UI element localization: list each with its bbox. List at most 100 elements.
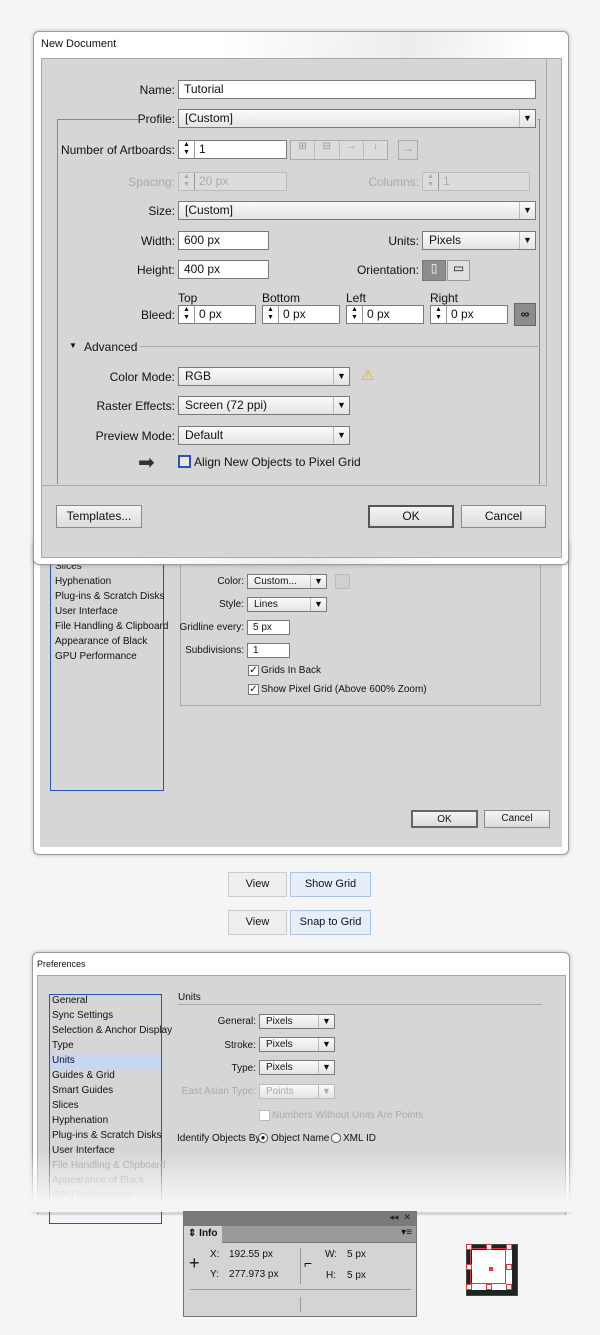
list-item[interactable]: File Handling & Clipboard [55,621,168,632]
columns-input[interactable]: ▲ ▼ 1 [422,172,530,191]
portrait-button[interactable]: ▯ [422,260,446,281]
list-item[interactable]: Plug-ins & Scratch Disks [52,1130,161,1141]
chevron-down-icon: ▼ [333,427,349,444]
object-name-radio[interactable]: ● [258,1133,268,1143]
general-select[interactable]: Pixels ▼ [259,1014,335,1029]
arrange-by-row-icon[interactable]: → [340,141,364,159]
size-select[interactable]: [Custom] ▼ [178,201,536,220]
height-input[interactable]: 400 px [178,260,269,279]
selection-handle[interactable] [466,1244,472,1250]
list-item[interactable]: Guides & Grid [52,1070,115,1081]
spacing-input[interactable]: ▲ ▼ 20 px [178,172,287,191]
list-item[interactable]: Smart Guides [52,1085,113,1096]
east-asian-select[interactable]: Points ▼ [259,1084,335,1099]
dimensions-icon: ⌐ [304,1255,313,1271]
ok-button[interactable]: OK [368,505,454,528]
list-item[interactable]: Units [52,1055,75,1066]
gridline-input[interactable]: 5 px [247,620,290,635]
list-item[interactable]: Appearance of Black [55,636,147,647]
numbers-checkbox[interactable] [259,1110,270,1121]
selection-handle[interactable] [506,1264,512,1270]
artboards-label: Number of Artboards: [60,143,175,157]
selection-handle[interactable] [506,1244,512,1250]
color-select[interactable]: Custom... ▼ [247,574,327,589]
stepper-icon[interactable]: ▲ ▼ [423,173,439,190]
xml-id-radio[interactable] [331,1133,341,1143]
menu-item-snap-to-grid[interactable]: Snap to Grid [290,910,371,935]
grids-in-back-label: Grids In Back [261,665,322,676]
stroke-select[interactable]: Pixels ▼ [259,1037,335,1052]
stepper-icon[interactable]: ▲ ▼ [347,306,363,323]
tab-info[interactable]: ⇕ Info [184,1226,222,1243]
bleed-right-label: Right [430,291,459,305]
list-item[interactable]: Plug-ins & Scratch Disks [55,591,164,602]
raster-effects-select[interactable]: Screen (72 ppi) ▼ [178,396,350,415]
width-input[interactable]: 600 px [178,231,269,250]
collapse-triangle-icon[interactable]: ▼ [69,341,77,350]
right-to-left-icon[interactable]: → [398,140,418,160]
link-bleed-icon[interactable]: ∞ [514,303,536,326]
stepper-icon[interactable]: ▲ ▼ [179,306,195,323]
selection-handle[interactable] [506,1284,512,1290]
subdivisions-label: Subdivisions: [185,645,244,656]
list-item[interactable]: Hyphenation [52,1115,108,1126]
list-item[interactable]: Slices [52,1100,79,1111]
style-select[interactable]: Lines ▼ [247,597,327,612]
list-item[interactable]: User Interface [55,606,118,617]
selected-square-object[interactable] [466,1244,518,1296]
show-pixel-grid-checkbox[interactable]: ✓ [248,684,259,695]
type-select[interactable]: Pixels ▼ [259,1060,335,1075]
menu-view[interactable]: View [228,910,287,935]
menu-item-show-grid[interactable]: Show Grid [290,872,371,897]
arrange-by-column-icon[interactable]: ↓ [364,141,387,159]
menu-view[interactable]: View [228,872,287,897]
stepper-icon[interactable]: ▲ ▼ [263,306,279,323]
profile-select[interactable]: [Custom] ▼ [178,109,536,128]
bleed-left-input[interactable]: ▲ ▼ 0 px [346,305,424,324]
selection-handle[interactable] [486,1284,492,1290]
selection-handle[interactable] [486,1244,492,1250]
cancel-button[interactable]: Cancel [484,810,550,828]
spacing-label: Spacing: [128,175,175,189]
landscape-button[interactable]: ▭ [447,260,470,281]
list-item[interactable]: GPU Performance [55,651,137,662]
cancel-button[interactable]: Cancel [461,505,546,528]
stepper-icon[interactable]: ▲ ▼ [431,306,447,323]
artboards-input[interactable]: ▲ ▼ 1 [178,140,287,159]
w-label: W: [325,1249,338,1260]
grid-by-column-icon[interactable]: ⊟ [315,141,340,159]
list-item[interactable]: Sync Settings [52,1010,113,1021]
color-mode-label: Color Mode: [109,370,175,384]
list-item[interactable]: Selection & Anchor Display [52,1025,172,1036]
bleed-right-input[interactable]: ▲ ▼ 0 px [430,305,508,324]
grid-by-row-icon[interactable]: ⊞ [291,141,316,159]
stroke-label: Stroke: [224,1040,256,1051]
identify-label: Identify Objects By: [177,1133,264,1144]
stepper-icon[interactable]: ▲ ▼ [179,173,195,190]
list-item[interactable]: General [52,995,88,1006]
size-label: Size: [148,204,175,218]
color-mode-select[interactable]: RGB ▼ [178,367,350,386]
color-swatch[interactable] [335,574,350,589]
type-label: Type: [231,1063,256,1074]
collapse-icon[interactable]: ◂◂ [389,1212,398,1222]
selection-handle[interactable] [466,1284,472,1290]
align-pixel-grid-checkbox[interactable] [178,455,191,468]
stepper-icon[interactable]: ▲ ▼ [179,141,195,158]
list-item[interactable]: Hyphenation [55,576,111,587]
bleed-bottom-input[interactable]: ▲ ▼ 0 px [262,305,340,324]
list-item[interactable]: Type [52,1040,74,1051]
name-input[interactable]: Tutorial [178,80,536,99]
selection-handle[interactable] [466,1264,472,1270]
panel-menu-icon[interactable]: ▾≡ [401,1227,412,1238]
bleed-top-input[interactable]: ▲ ▼ 0 px [178,305,256,324]
close-icon[interactable]: ✕ [403,1212,411,1222]
chevron-down-icon: ▼ [519,202,535,219]
templates-button[interactable]: Templates... [56,505,142,528]
preview-mode-select[interactable]: Default ▼ [178,426,350,445]
subdivisions-input[interactable]: 1 [247,643,290,658]
units-select[interactable]: Pixels ▼ [422,231,536,250]
ok-button[interactable]: OK [411,810,478,828]
advanced-toggle[interactable]: Advanced [84,340,137,354]
grids-in-back-checkbox[interactable]: ✓ [248,665,259,676]
